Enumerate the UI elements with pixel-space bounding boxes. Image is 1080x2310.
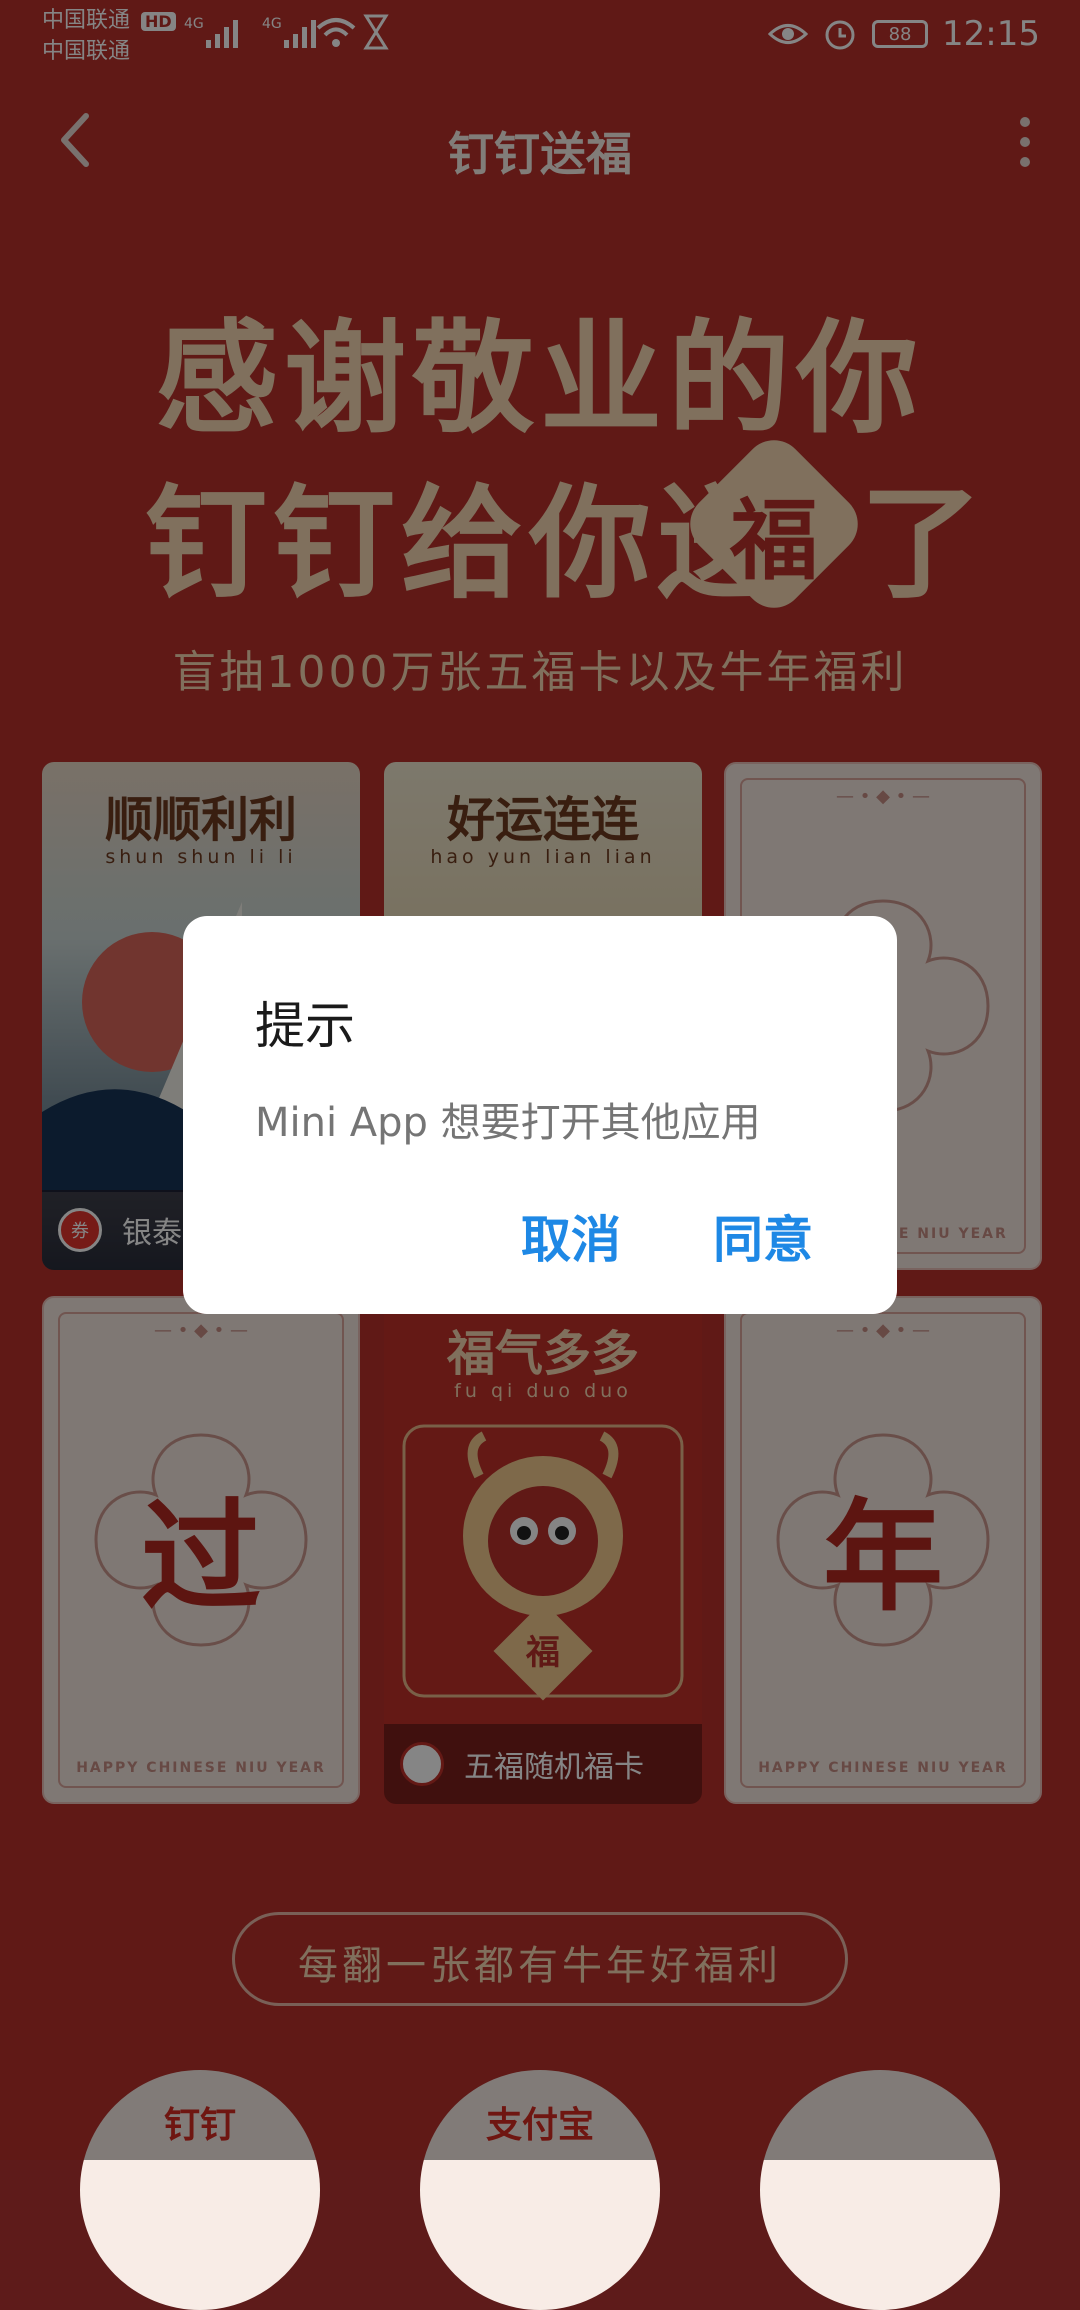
cancel-button[interactable]: 取消 <box>521 1200 621 1272</box>
prompt-dialog: 提示 Mini App 想要打开其他应用 取消 同意 <box>183 916 897 1314</box>
agree-button[interactable]: 同意 <box>713 1200 813 1272</box>
dialog-title: 提示 <box>255 997 355 1055</box>
dialog-message: Mini App 想要打开其他应用 <box>255 1100 761 1146</box>
